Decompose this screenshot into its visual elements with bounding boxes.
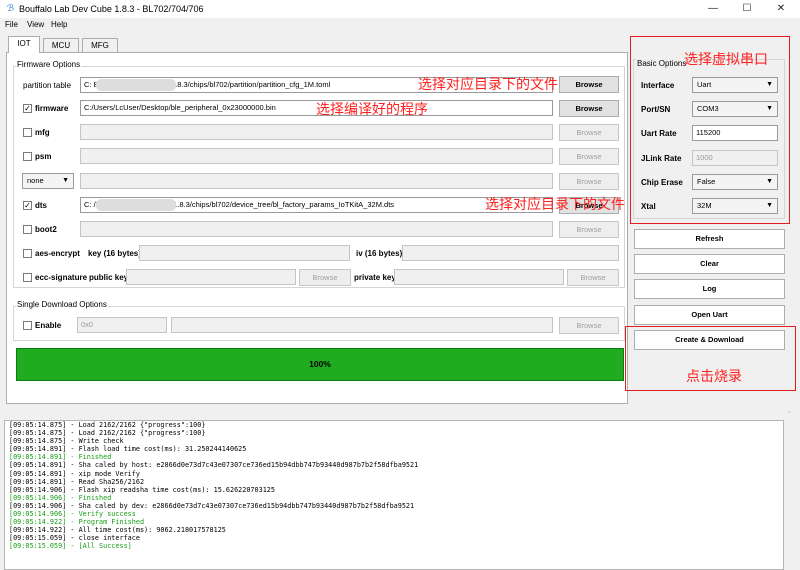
private-key-input[interactable] bbox=[394, 269, 564, 285]
log-line: [09:05:14.891] - Flash load time cost(ms… bbox=[9, 445, 247, 454]
boot2-checkbox[interactable] bbox=[23, 225, 32, 234]
menu-file[interactable]: File bbox=[5, 19, 18, 30]
log-output[interactable]: [09:05:14.875] - Load 2162/2162 {"progre… bbox=[4, 420, 784, 570]
media-type-select[interactable]: none ▼ bbox=[22, 173, 74, 189]
log-line: [09:05:14.922] - Program Finished bbox=[9, 518, 145, 527]
clear-button[interactable]: Clear bbox=[634, 254, 785, 274]
app-logo-icon: ℬ bbox=[6, 3, 15, 13]
mfg-checkbox[interactable] bbox=[23, 128, 32, 137]
firmware-browse-button[interactable]: Browse bbox=[559, 100, 619, 117]
boot2-browse-button[interactable]: Browse bbox=[559, 221, 619, 238]
public-key-browse-button[interactable]: Browse bbox=[299, 269, 351, 286]
aes-key-input[interactable] bbox=[139, 245, 350, 261]
redaction-blur bbox=[96, 79, 176, 91]
resize-grip-icon: ◦ bbox=[788, 409, 791, 416]
dts-checkbox[interactable]: ✓ bbox=[23, 201, 32, 210]
private-key-label: private key bbox=[354, 273, 396, 282]
boot2-label: boot2 bbox=[35, 225, 57, 234]
refresh-button[interactable]: Refresh bbox=[634, 229, 785, 249]
log-line: [09:05:15.059] - close interface bbox=[9, 534, 140, 543]
partition-label: partition table bbox=[23, 81, 72, 90]
mfg-browse-button[interactable]: Browse bbox=[559, 124, 619, 141]
annotation-select-file-2: 选择对应目录下的文件 bbox=[485, 196, 625, 212]
maximize-button[interactable]: ☐ bbox=[730, 0, 764, 18]
aes-iv-input[interactable] bbox=[402, 245, 619, 261]
log-line: [09:05:14.906] - Verify success bbox=[9, 510, 136, 519]
psm-checkbox[interactable] bbox=[23, 152, 32, 161]
chevron-down-icon: ▼ bbox=[62, 177, 69, 184]
single-enable-checkbox[interactable] bbox=[23, 321, 32, 330]
log-line: [09:05:14.906] - Flash xip readsha time … bbox=[9, 485, 275, 494]
log-scrollbar[interactable] bbox=[784, 420, 800, 570]
aes-encrypt-label: aes-encrypt bbox=[35, 249, 80, 258]
private-key-browse-button[interactable]: Browse bbox=[567, 269, 619, 286]
single-enable-label: Enable bbox=[35, 321, 62, 330]
window-title: Bouffalo Lab Dev Cube 1.8.3 - BL702/704/… bbox=[19, 4, 204, 14]
dts-label: dts bbox=[35, 201, 47, 210]
log-line: [09:05:14.875] - Load 2162/2162 {"progre… bbox=[9, 429, 206, 438]
menu-bar bbox=[0, 18, 800, 31]
menu-view[interactable]: View bbox=[27, 19, 44, 30]
boot2-path-input[interactable] bbox=[80, 221, 553, 237]
menu-help[interactable]: Help bbox=[51, 19, 67, 30]
firmware-label: firmware bbox=[35, 104, 69, 113]
iv-label: iv (16 bytes) bbox=[356, 249, 403, 258]
annotation-select-program: 选择编译好的程序 bbox=[316, 101, 428, 117]
log-line: [09:05:14.891] - Sha caled by host: e286… bbox=[9, 461, 419, 470]
aes-encrypt-checkbox[interactable] bbox=[23, 249, 32, 258]
key-label: key (16 bytes) bbox=[88, 249, 141, 258]
annotation-select-file-1: 选择对应目录下的文件 bbox=[418, 76, 558, 92]
partition-browse-button[interactable]: Browse bbox=[559, 76, 619, 93]
annotation-select-port: 选择虚拟串口 bbox=[684, 51, 768, 67]
log-line: [09:05:14.875] - Write check bbox=[9, 437, 124, 446]
ecc-signature-checkbox[interactable] bbox=[23, 273, 32, 282]
media-path-input[interactable] bbox=[80, 173, 553, 189]
log-line: [09:05:14.906] - Finished bbox=[9, 493, 112, 502]
tab-mfg[interactable]: MFG bbox=[82, 38, 118, 52]
log-line: [09:05:14.891] - Finished bbox=[9, 453, 112, 462]
log-line: [09:05:14.891] - xip mode Verify bbox=[9, 469, 140, 478]
single-path-input[interactable] bbox=[171, 317, 553, 333]
public-key-input[interactable] bbox=[126, 269, 296, 285]
close-button[interactable]: ✕ bbox=[764, 0, 798, 18]
psm-browse-button[interactable]: Browse bbox=[559, 148, 619, 165]
progress-bar: 100% bbox=[16, 348, 624, 381]
ecc-signature-label: ecc-signature bbox=[35, 273, 88, 282]
firmware-options-title: Firmware Options bbox=[16, 60, 82, 70]
public-key-label: public key bbox=[89, 273, 129, 282]
media-type-value: none bbox=[27, 176, 44, 185]
psm-label: psm bbox=[35, 152, 52, 161]
progress-text: 100% bbox=[309, 359, 331, 369]
tab-mcu[interactable]: MCU bbox=[43, 38, 79, 52]
log-button[interactable]: Log bbox=[634, 279, 785, 299]
log-line: [09:05:14.875] - Load 2162/2162 {"progre… bbox=[9, 421, 206, 429]
single-address-input[interactable]: 0x0 bbox=[77, 317, 167, 333]
log-line: [09:05:14.922] - All time cost(ms): 9062… bbox=[9, 526, 226, 535]
log-line: [09:05:15.059] - [All Success] bbox=[9, 542, 132, 551]
psm-path-input[interactable] bbox=[80, 148, 553, 164]
minimize-button[interactable]: — bbox=[696, 0, 730, 18]
mfg-path-input[interactable] bbox=[80, 124, 553, 140]
annotation-click-burn: 点击烧录 bbox=[686, 368, 742, 384]
log-line: [09:05:14.891] - Read Sha256/2162 bbox=[9, 477, 145, 486]
log-line: [09:05:14.906] - Sha caled by dev: e2866… bbox=[9, 501, 415, 510]
single-browse-button[interactable]: Browse bbox=[559, 317, 619, 334]
single-download-title: Single Download Options bbox=[16, 300, 108, 310]
redaction-blur bbox=[96, 199, 176, 211]
firmware-checkbox[interactable]: ✓ bbox=[23, 104, 32, 113]
media-browse-button[interactable]: Browse bbox=[559, 173, 619, 190]
tab-iot[interactable]: IOT bbox=[8, 36, 40, 53]
open-uart-button[interactable]: Open Uart bbox=[634, 305, 785, 325]
mfg-label: mfg bbox=[35, 128, 50, 137]
